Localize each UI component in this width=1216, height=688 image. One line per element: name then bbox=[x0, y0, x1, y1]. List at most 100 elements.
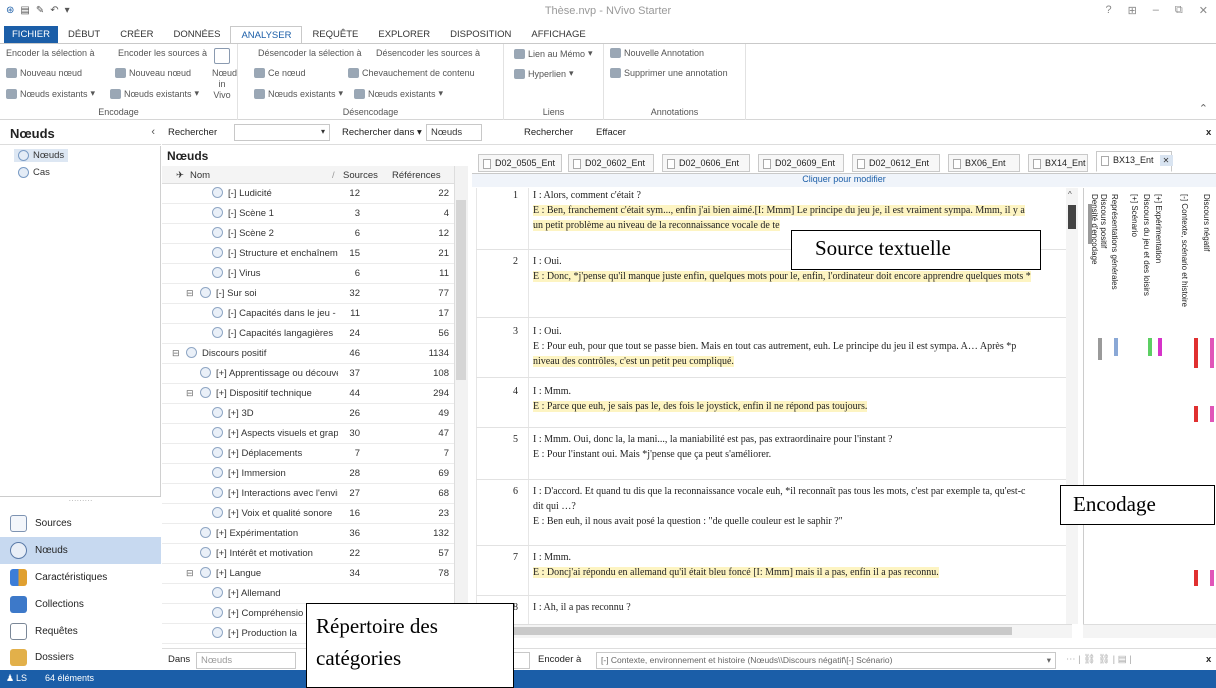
table-row[interactable]: [+] Apprentissage ou découve 37 108 bbox=[162, 364, 454, 384]
encode-sources-button[interactable]: Encoder les sources à bbox=[118, 48, 207, 58]
nav-splitter[interactable]: ········· bbox=[0, 496, 161, 508]
coding-stripe[interactable] bbox=[1194, 570, 1198, 586]
memo-link-button[interactable]: Lien au Mémo ▾ bbox=[514, 48, 593, 59]
search-input[interactable]: ▾ bbox=[234, 124, 330, 141]
delete-annotation-button[interactable]: Supprimer une annotation bbox=[610, 68, 728, 78]
table-row[interactable]: [+] Expérimentation 36 132 bbox=[162, 524, 454, 544]
clear-button[interactable]: Effacer bbox=[596, 127, 626, 138]
table-row[interactable]: ⊟ Discours positif 46 1134 bbox=[162, 344, 454, 364]
tab-disposition[interactable]: DISPOSITION bbox=[440, 26, 521, 44]
tab-debut[interactable]: DÉBUT bbox=[58, 26, 110, 44]
nav-button-caracteristiques[interactable]: Caractéristiques bbox=[0, 564, 161, 591]
table-row[interactable]: [+] Allemand bbox=[162, 584, 454, 604]
nav-node-cas[interactable]: Cas bbox=[14, 166, 54, 179]
transcript-row[interactable]: 8I : Ah, il a pas reconnu ? bbox=[476, 600, 1072, 624]
document-tab[interactable]: D02_0609_Ent bbox=[758, 154, 844, 172]
tab-fichier[interactable]: FICHIER bbox=[4, 26, 58, 44]
transcript-vertical-scrollbar[interactable]: ^ bbox=[1066, 188, 1078, 624]
stripes-horizontal-scrollbar[interactable] bbox=[1083, 624, 1216, 638]
table-row[interactable]: [-] Structure et enchaînem 15 21 bbox=[162, 244, 454, 264]
coding-stripe[interactable] bbox=[1088, 204, 1092, 244]
table-row[interactable]: [+] Interactions avec l'envir 27 68 bbox=[162, 484, 454, 504]
in-vivo-button[interactable]: Nœud in Vivo bbox=[212, 48, 237, 101]
existing-nodes-sources-button[interactable]: Nœuds existants ▾ bbox=[110, 88, 199, 99]
transcript-row[interactable]: 6 I : D'accord. Et quand tu dis que la re… bbox=[476, 484, 1072, 546]
column-nom[interactable]: ✈ Nom bbox=[176, 170, 210, 181]
nav-button-noeuds[interactable]: Nœuds bbox=[0, 537, 161, 564]
document-tab[interactable]: D02_0612_Ent bbox=[852, 154, 940, 172]
encoder-a-input[interactable]: [-] Contexte, environnement et histoire … bbox=[596, 652, 1056, 669]
coding-stripe[interactable] bbox=[1148, 338, 1152, 356]
uncode-existing-nodes-button[interactable]: Nœuds existants ▾ bbox=[254, 88, 343, 99]
stripe-header[interactable]: Discours négatif bbox=[1202, 194, 1211, 251]
tab-analyser[interactable]: ANALYSER bbox=[230, 26, 303, 44]
table-row[interactable]: [+] Voix et qualité sonore 16 23 bbox=[162, 504, 454, 524]
nav-node-noeuds[interactable]: Nœuds bbox=[14, 149, 69, 162]
uncode-this-node-button[interactable]: Ce nœud bbox=[254, 68, 306, 78]
expand-toggle-icon[interactable]: ⊟ bbox=[186, 288, 194, 299]
tab-requete[interactable]: REQUÊTE bbox=[302, 26, 368, 44]
uncode-sources-button[interactable]: Désencoder les sources à bbox=[376, 48, 480, 58]
transcript-hscroll-thumb[interactable] bbox=[492, 627, 1012, 635]
stripe-header[interactable]: Représentations générales bbox=[1110, 194, 1119, 290]
transcript-row[interactable]: 5 I : Mmm. Oui, donc la, la mani..., la m… bbox=[476, 432, 1072, 480]
table-row[interactable]: [-] Scène 1 3 4 bbox=[162, 204, 454, 224]
column-references[interactable]: Références bbox=[392, 170, 441, 181]
dropdown-arrow-icon[interactable]: ▾ bbox=[1047, 655, 1051, 666]
overlap-content-button[interactable]: Chevauchement de contenu bbox=[348, 68, 475, 78]
nav-button-dossiers[interactable]: Dossiers bbox=[0, 645, 161, 670]
expand-toggle-icon[interactable]: ⊟ bbox=[186, 568, 194, 579]
uncode-selection-button[interactable]: Désencoder la sélection à bbox=[258, 48, 362, 58]
table-row[interactable]: [-] Capacités langagières 24 56 bbox=[162, 324, 454, 344]
stripe-header[interactable]: Discours positif bbox=[1099, 194, 1108, 248]
document-tab[interactable]: D02_0606_Ent bbox=[662, 154, 750, 172]
stripe-header[interactable]: [-] Contexte, scénario et histoire bbox=[1180, 194, 1189, 307]
restore-button[interactable]: ⧉ bbox=[1175, 4, 1183, 17]
table-row[interactable]: ⊟ [-] Sur soi 32 77 bbox=[162, 284, 454, 304]
tab-donnees[interactable]: DONNÉES bbox=[163, 26, 230, 44]
new-node-button[interactable]: Nouveau nœud bbox=[6, 68, 82, 78]
help-button[interactable]: ? bbox=[1105, 4, 1111, 17]
table-row[interactable]: [+] Intérêt et motivation 22 57 bbox=[162, 544, 454, 564]
coding-stripe[interactable] bbox=[1210, 338, 1214, 368]
coding-stripe[interactable] bbox=[1210, 406, 1214, 422]
ribbon-display-button[interactable]: ⊞ bbox=[1128, 4, 1137, 17]
transcript-row[interactable]: 7 I : Mmm. E : Doncj'ai répondu en alleman… bbox=[476, 550, 1072, 596]
expand-toggle-icon[interactable]: ⊟ bbox=[172, 348, 180, 359]
collapse-ribbon-icon[interactable]: ⌃ bbox=[1199, 102, 1208, 115]
new-node-sources-button[interactable]: Nouveau nœud bbox=[115, 68, 191, 78]
table-row[interactable]: ⊟ [+] Dispositif technique 44 294 bbox=[162, 384, 454, 404]
coding-stripe[interactable] bbox=[1158, 338, 1162, 356]
transcript-scroll-thumb[interactable] bbox=[1068, 205, 1076, 229]
coding-stripe[interactable] bbox=[1194, 406, 1198, 422]
expand-toggle-icon[interactable]: ⊟ bbox=[186, 388, 194, 399]
document-tab[interactable]: BX13_Ent ✕ bbox=[1096, 151, 1173, 172]
table-row[interactable]: [-] Scène 2 6 12 bbox=[162, 224, 454, 244]
close-button[interactable]: ✕ bbox=[1199, 4, 1208, 17]
document-tab[interactable]: BX06_Ent bbox=[948, 154, 1020, 172]
search-in-value[interactable]: Nœuds bbox=[426, 124, 482, 141]
close-find-bar-button[interactable]: x bbox=[1206, 127, 1211, 138]
search-button[interactable]: Rechercher bbox=[524, 127, 573, 138]
uncode-existing-nodes-sources-button[interactable]: Nœuds existants ▾ bbox=[354, 88, 443, 99]
collapse-nav-icon[interactable]: ‹ bbox=[151, 126, 155, 138]
tab-affichage[interactable]: AFFICHAGE bbox=[521, 26, 595, 44]
existing-nodes-button[interactable]: Nœuds existants ▾ bbox=[6, 88, 95, 99]
document-tab[interactable]: D02_0505_Ent bbox=[478, 154, 562, 172]
tab-creer[interactable]: CRÉER bbox=[110, 26, 163, 44]
minimize-button[interactable]: – bbox=[1153, 4, 1159, 17]
node-list-scroll-thumb[interactable] bbox=[456, 200, 466, 380]
column-sources[interactable]: Sources bbox=[343, 170, 378, 181]
nav-button-collections[interactable]: Collections bbox=[0, 591, 161, 618]
new-annotation-button[interactable]: Nouvelle Annotation bbox=[610, 48, 704, 58]
stripe-header[interactable]: [+] Expérimentation bbox=[1154, 194, 1163, 263]
table-row[interactable]: [-] Capacités dans le jeu - 11 17 bbox=[162, 304, 454, 324]
document-tab[interactable]: D02_0602_Ent bbox=[568, 154, 654, 172]
document-tab[interactable]: BX14_Ent bbox=[1028, 154, 1088, 172]
table-row[interactable]: [+] Immersion 28 69 bbox=[162, 464, 454, 484]
coding-stripe[interactable] bbox=[1098, 338, 1102, 360]
code-buttons-icon[interactable]: ⋯ | ⛓ ⛓ | ▤ | bbox=[1066, 654, 1132, 665]
coding-stripe[interactable] bbox=[1194, 338, 1198, 368]
close-coding-bar-button[interactable]: x bbox=[1206, 654, 1211, 665]
transcript-row[interactable]: 3 I : Oui. E : Pour euh, pour que tout se … bbox=[476, 324, 1072, 378]
